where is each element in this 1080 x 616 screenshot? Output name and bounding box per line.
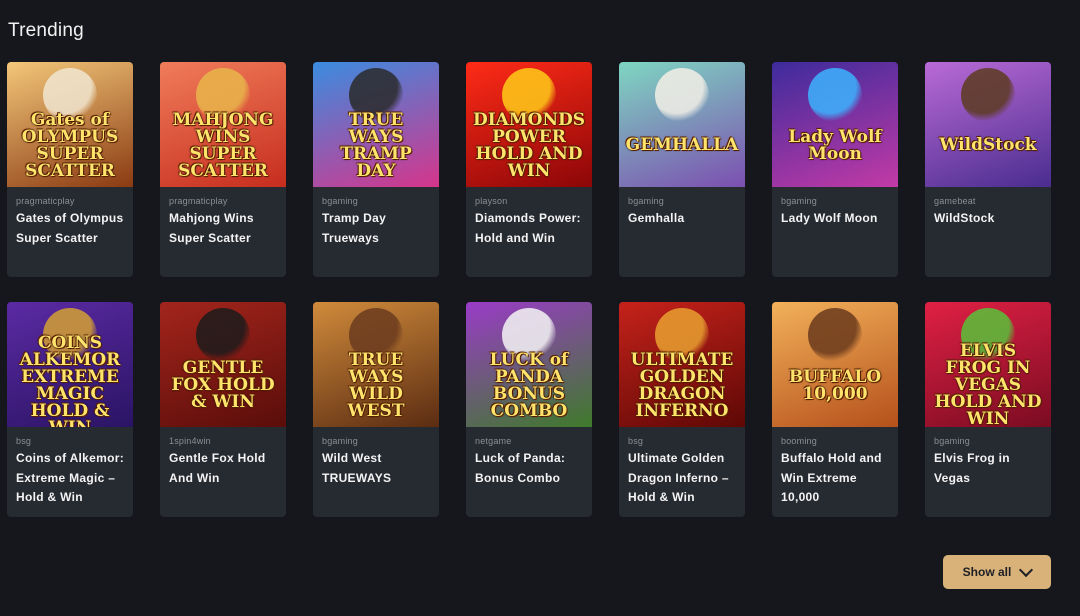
- game-title[interactable]: Mahjong Wins Super Scatter: [169, 209, 277, 248]
- game-provider: pragmaticplay: [169, 196, 228, 206]
- game-meta: bsg Coins of Alkemor: Extreme Magic – Hol…: [7, 427, 133, 508]
- game-card[interactable]: LUCK of PANDA BONUS COMBO netgame Luck of …: [466, 302, 592, 517]
- game-title[interactable]: WildStock: [934, 209, 1042, 229]
- game-card[interactable]: ULTIMATE GOLDEN DRAGON INFERNO bsg Ultimat…: [619, 302, 745, 517]
- game-card[interactable]: COINS ALKEMOR EXTREME MAGIC HOLD & WINbs…: [7, 302, 133, 517]
- game-title[interactable]: Gentle Fox Hold And Win: [169, 449, 277, 488]
- game-thumbnail[interactable]: GENTLE FOX HOLD & WIN: [160, 302, 286, 427]
- game-meta: pragmaticplay Mahjong Wins Super Scatter: [160, 187, 286, 248]
- game-meta: playson Diamonds Power: Hold and Win: [466, 187, 592, 248]
- chevron-down-icon: [1019, 562, 1034, 577]
- game-thumbnail[interactable]: MAHJONG WINS SUPER SCATTER: [160, 62, 286, 187]
- game-thumbnail[interactable]: BUFFALO 10,000: [772, 302, 898, 427]
- game-provider: bgaming: [628, 196, 664, 206]
- game-thumbnail[interactable]: COINS ALKEMOR EXTREME MAGIC HOLD & WIN: [7, 302, 133, 427]
- game-logo: GEMHALLA: [625, 135, 739, 155]
- game-character-art: [808, 68, 862, 122]
- game-character-art: [655, 68, 709, 122]
- show-all-button[interactable]: Show all: [943, 555, 1051, 589]
- game-meta: pragmaticplay Gates of Olympus Super Scat…: [7, 187, 133, 248]
- game-thumbnail[interactable]: ELVIS FROG IN VEGAS HOLD AND WIN: [925, 302, 1051, 427]
- game-logo: WildStock: [939, 135, 1037, 155]
- game-provider: bsg: [628, 436, 644, 446]
- game-logo: TRUE WAYS TRAMP DAY: [340, 109, 412, 181]
- game-provider: bgaming: [781, 196, 817, 206]
- game-logo: TRUE WAYS WILD WEST: [347, 349, 405, 421]
- game-card[interactable]: Gates of OLYMPUS SUPER SCATTER pragmaticp…: [7, 62, 133, 277]
- game-logo: Gates of OLYMPUS SUPER SCATTER: [21, 109, 119, 181]
- game-meta: bgaming Lady Wolf Moon: [772, 187, 898, 229]
- game-thumbnail[interactable]: Lady Wolf Moon: [772, 62, 898, 187]
- game-title[interactable]: Ultimate Golden Dragon Inferno – Hold & …: [628, 449, 736, 508]
- game-card[interactable]: TRUE WAYS TRAMP DAY bgaming Tramp Day True…: [313, 62, 439, 277]
- game-title[interactable]: Lady Wolf Moon: [781, 209, 889, 229]
- game-provider: playson: [475, 196, 508, 206]
- game-thumbnail[interactable]: LUCK of PANDA BONUS COMBO: [466, 302, 592, 427]
- game-meta: bgaming Elvis Frog in Vegas: [925, 427, 1051, 488]
- game-meta: netgame Luck of Panda: Bonus Combo: [466, 427, 592, 488]
- game-title[interactable]: Buffalo Hold and Win Extreme 10,000: [781, 449, 889, 508]
- game-logo: DIAMONDS POWER HOLD AND WIN: [472, 109, 586, 181]
- game-provider: bgaming: [934, 436, 970, 446]
- game-card[interactable]: BUFFALO 10,000 booming Buffalo Hold and Wi…: [772, 302, 898, 517]
- game-card[interactable]: ELVIS FROG IN VEGAS HOLD AND WIN bgaming E…: [925, 302, 1051, 517]
- game-thumbnail[interactable]: TRUE WAYS WILD WEST: [313, 302, 439, 427]
- game-meta: 1spin4win Gentle Fox Hold And Win: [160, 427, 286, 488]
- game-provider: bgaming: [322, 196, 358, 206]
- game-card[interactable]: GEMHALLA bgaming Gemhalla: [619, 62, 745, 277]
- game-meta: bgaming Tramp Day Trueways: [313, 187, 439, 248]
- game-thumbnail[interactable]: WildStock: [925, 62, 1051, 187]
- game-logo: ELVIS FROG IN VEGAS HOLD AND WIN: [934, 341, 1042, 428]
- game-character-art: [961, 68, 1015, 122]
- game-thumbnail[interactable]: DIAMONDS POWER HOLD AND WIN: [466, 62, 592, 187]
- game-logo: GENTLE FOX HOLD & WIN: [171, 358, 275, 412]
- game-card[interactable]: DIAMONDS POWER HOLD AND WIN playson Diamon…: [466, 62, 592, 277]
- game-title[interactable]: Elvis Frog in Vegas: [934, 449, 1042, 488]
- game-thumbnail[interactable]: GEMHALLA: [619, 62, 745, 187]
- game-logo: ULTIMATE GOLDEN DRAGON INFERNO: [630, 349, 734, 421]
- game-card[interactable]: Lady Wolf Moon bgaming Lady Wolf Moon: [772, 62, 898, 277]
- game-character-art: [808, 308, 862, 362]
- game-provider: 1spin4win: [169, 436, 211, 446]
- section-title: Trending: [8, 20, 84, 41]
- game-title[interactable]: Gates of Olympus Super Scatter: [16, 209, 124, 248]
- show-all-label: Show all: [962, 565, 1012, 579]
- game-logo: COINS ALKEMOR EXTREME MAGIC HOLD & WIN: [19, 332, 121, 427]
- game-meta: bgaming Gemhalla: [619, 187, 745, 229]
- game-logo: BUFFALO 10,000: [788, 366, 882, 404]
- game-title[interactable]: Coins of Alkemor: Extreme Magic – Hold &…: [16, 449, 124, 508]
- game-title[interactable]: Luck of Panda: Bonus Combo: [475, 449, 583, 488]
- game-card[interactable]: GENTLE FOX HOLD & WIN 1spin4win Gentle Fox…: [160, 302, 286, 517]
- game-thumbnail[interactable]: TRUE WAYS TRAMP DAY: [313, 62, 439, 187]
- game-meta: bsg Ultimate Golden Dragon Inferno – Hold…: [619, 427, 745, 508]
- game-logo: Lady Wolf Moon: [788, 126, 882, 164]
- game-title[interactable]: Gemhalla: [628, 209, 736, 229]
- game-thumbnail[interactable]: ULTIMATE GOLDEN DRAGON INFERNO: [619, 302, 745, 427]
- game-meta: booming Buffalo Hold and Win Extreme 10,0…: [772, 427, 898, 508]
- game-provider: bsg: [16, 436, 32, 446]
- game-provider: pragmaticplay: [16, 196, 75, 206]
- game-card[interactable]: MAHJONG WINS SUPER SCATTER pragmaticplay M…: [160, 62, 286, 277]
- game-character-art: [196, 308, 250, 362]
- games-grid: Gates of OLYMPUS SUPER SCATTER pragmaticp…: [7, 62, 1051, 517]
- game-provider: bgaming: [322, 436, 358, 446]
- game-logo: MAHJONG WINS SUPER SCATTER: [172, 109, 274, 181]
- game-provider: netgame: [475, 436, 512, 446]
- game-title[interactable]: Wild West TRUEWAYS: [322, 449, 430, 488]
- game-meta: bgaming Wild West TRUEWAYS: [313, 427, 439, 488]
- game-provider: booming: [781, 436, 817, 446]
- game-card[interactable]: TRUE WAYS WILD WEST bgaming Wild West TRUE…: [313, 302, 439, 517]
- game-title[interactable]: Diamonds Power: Hold and Win: [475, 209, 583, 248]
- game-thumbnail[interactable]: Gates of OLYMPUS SUPER SCATTER: [7, 62, 133, 187]
- game-meta: gamebeat WildStock: [925, 187, 1051, 229]
- game-logo: LUCK of PANDA BONUS COMBO: [489, 349, 569, 421]
- game-title[interactable]: Tramp Day Trueways: [322, 209, 430, 248]
- game-card[interactable]: WildStock gamebeat WildStock: [925, 62, 1051, 277]
- game-provider: gamebeat: [934, 196, 976, 206]
